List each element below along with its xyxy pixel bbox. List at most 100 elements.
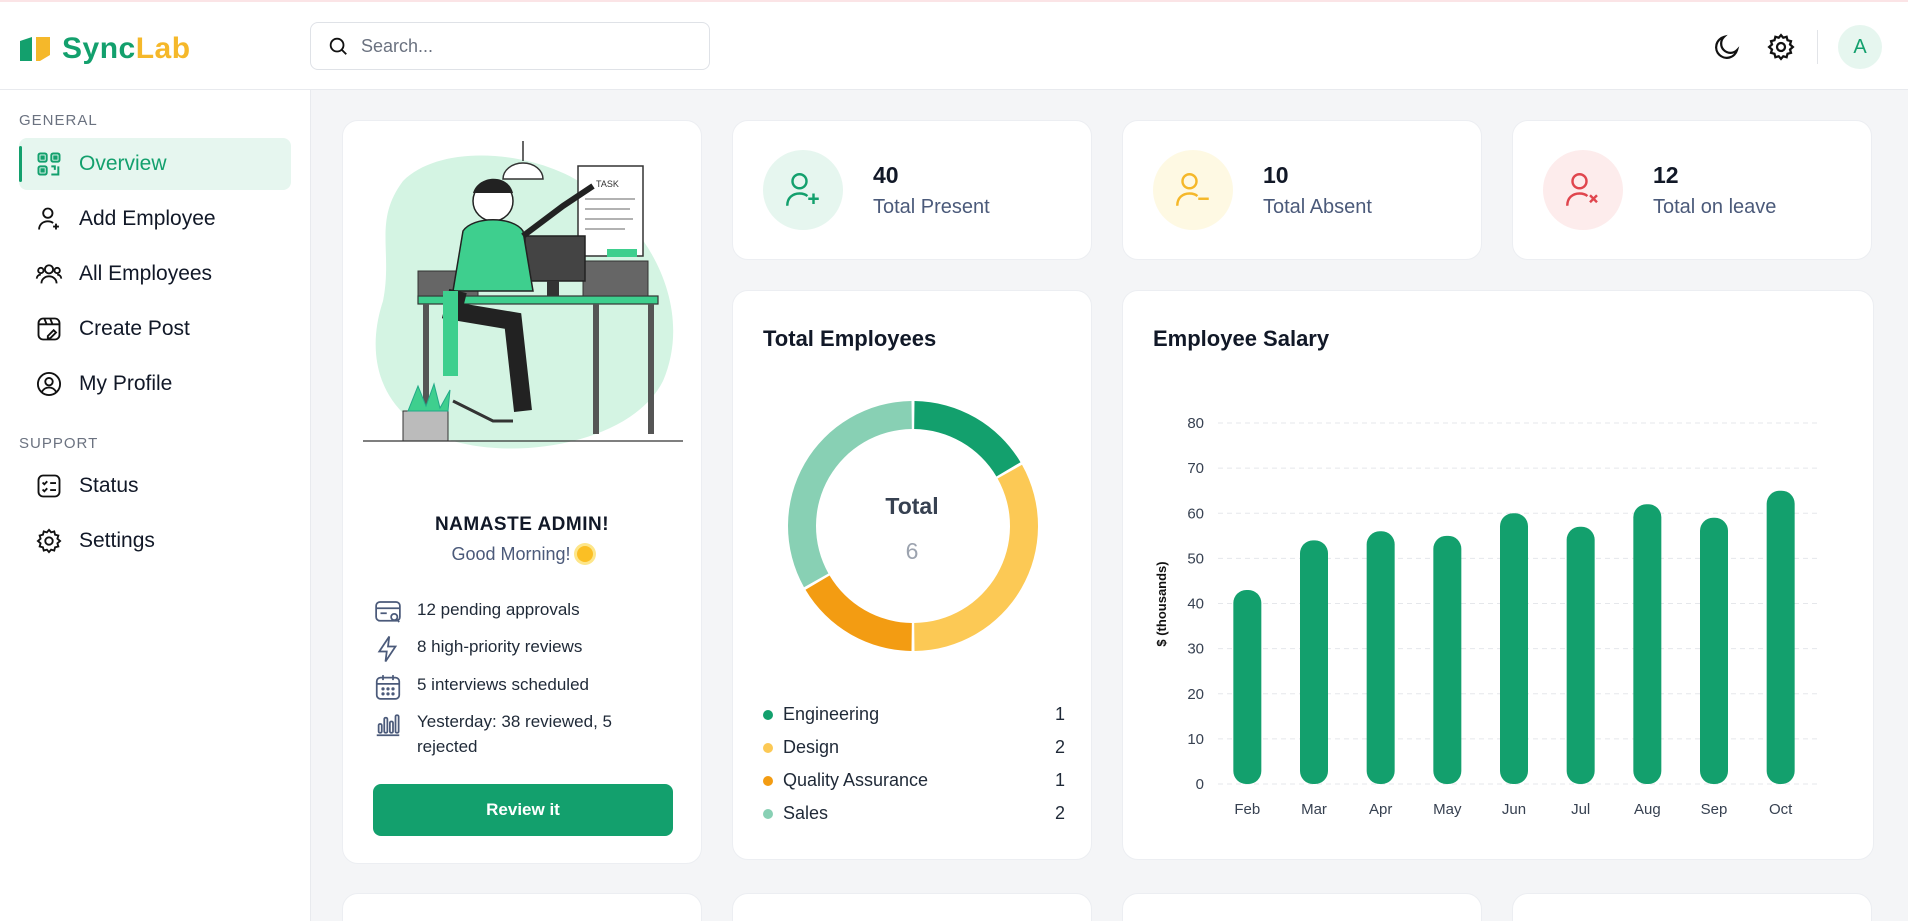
- salary-bar-chart: 0 10 20 30 40 50 60 70 80 $ (thousands) Feb Mar Apr M…: [1154, 415, 1818, 818]
- stat-label: Total Absent: [1263, 196, 1372, 218]
- sidebar-item-settings[interactable]: Settings: [19, 515, 291, 567]
- task-text: 5 interviews scheduled: [417, 675, 589, 694]
- task-item: 8 high-priority reviews: [373, 634, 673, 664]
- avatar[interactable]: A: [1838, 25, 1882, 69]
- y-tick-label: 20: [1187, 686, 1204, 703]
- bar-may[interactable]: [1433, 535, 1462, 784]
- profile-icon: [36, 371, 62, 397]
- sidebar-item-my-profile[interactable]: My Profile: [19, 358, 291, 410]
- task-text: Yesterday: 38 reviewed, 5 rejected: [417, 712, 612, 756]
- legend-value: 1: [1054, 770, 1065, 790]
- legend-label: Engineering: [783, 704, 880, 724]
- task-item: Yesterday: 38 reviewed, 5 rejected: [373, 709, 653, 759]
- stat-icon-circle: [1153, 150, 1233, 230]
- x-tick-label: Apr: [1369, 801, 1392, 818]
- checklist-icon: [37, 474, 61, 498]
- bar-apr[interactable]: [1366, 531, 1395, 784]
- sidebar-item-label: Create Post: [79, 317, 190, 340]
- sidebar-item-status[interactable]: Status: [19, 460, 291, 512]
- total-employees-card: Total Employees Total 6 Engineering 1 Des…: [732, 290, 1092, 860]
- donut-chart: [788, 401, 1038, 651]
- x-tick-label: Sep: [1701, 801, 1728, 818]
- employee-salary-card: Employee Salary 0 10 20 30 40 50 60 70 80 $ (thou…: [1122, 290, 1874, 860]
- y-tick-label: 70: [1187, 460, 1204, 477]
- x-tick-label: Jun: [1502, 801, 1526, 818]
- legend-item-design: Design 2: [763, 737, 1065, 758]
- welcome-card: TASK NAMASTE ADMIN! Good Morning! 12 pen…: [342, 120, 702, 864]
- sun-icon: [576, 546, 593, 562]
- x-tick-label: Mar: [1301, 801, 1327, 818]
- card-search-icon: [375, 601, 401, 623]
- settings-gear-icon[interactable]: [1766, 32, 1796, 62]
- sidebar-section-support: SUPPORT: [19, 435, 99, 452]
- y-tick-label: 30: [1187, 641, 1204, 658]
- donut-center-value: 6: [905, 538, 919, 564]
- header-divider: [1817, 30, 1818, 64]
- greeting-title: NAMASTE ADMIN!: [434, 514, 610, 535]
- bottom-card: [1512, 893, 1872, 921]
- review-it-button[interactable]: Review it: [373, 784, 673, 836]
- legend-item-engineering: Engineering 1: [763, 704, 1065, 725]
- y-tick-label: 60: [1187, 505, 1204, 522]
- sidebar-item-label: Add Employee: [79, 207, 216, 230]
- bar-oct[interactable]: [1766, 490, 1795, 784]
- svg-text:TASK: TASK: [596, 179, 619, 189]
- sidebar-item-add-employee[interactable]: Add Employee: [19, 193, 291, 245]
- logo[interactable]: SyncLab: [18, 32, 191, 66]
- task-text: 12 pending approvals: [417, 600, 580, 619]
- stat-card-on-leave: 12 Total on leave: [1512, 120, 1872, 260]
- gear-icon: [36, 528, 62, 554]
- logo-text: SyncLab: [62, 32, 191, 65]
- sidebar-item-overview[interactable]: Overview: [19, 138, 291, 190]
- stat-value: 12: [1653, 162, 1679, 188]
- bar-sep[interactable]: [1700, 517, 1728, 784]
- bar-feb[interactable]: [1233, 589, 1262, 784]
- y-tick-label: 80: [1187, 415, 1204, 432]
- post-icon: [37, 317, 61, 341]
- legend-dot: [763, 742, 773, 753]
- sidebar-item-create-post[interactable]: Create Post: [19, 303, 291, 355]
- stat-icon-circle: [763, 150, 843, 230]
- legend-item-quality-assurance: Quality Assurance 1: [763, 770, 1065, 791]
- bar-chart-icon: [376, 714, 400, 737]
- search-box[interactable]: [310, 22, 710, 70]
- legend-value: 1: [1054, 704, 1065, 724]
- legend-label: Quality Assurance: [783, 770, 929, 790]
- legend-label: Sales: [783, 803, 829, 823]
- stat-card-absent: 10 Total Absent: [1122, 120, 1482, 260]
- bar-jun[interactable]: [1500, 513, 1528, 784]
- task-item: 5 interviews scheduled: [373, 672, 673, 702]
- sidebar-item-label: Overview: [79, 152, 167, 175]
- bottom-card: [1122, 893, 1482, 921]
- bar-aug[interactable]: [1633, 504, 1662, 784]
- moon-icon[interactable]: [1712, 32, 1742, 62]
- legend-item-sales: Sales 2: [763, 803, 1065, 824]
- legend-dot: [763, 709, 773, 720]
- bar-jul[interactable]: [1566, 526, 1595, 784]
- y-tick-label: 10: [1187, 731, 1204, 748]
- y-tick-label: 50: [1187, 550, 1204, 567]
- y-tick-label: 40: [1187, 596, 1204, 613]
- sidebar-section-general: GENERAL: [19, 112, 98, 129]
- legend-value: 2: [1054, 737, 1065, 757]
- greeting-subtitle: Good Morning!: [343, 544, 701, 565]
- search-input[interactable]: [361, 35, 681, 57]
- calendar-icon: [375, 675, 401, 700]
- stat-label: Total Present: [873, 196, 990, 218]
- donut-slice-quality-assurance[interactable]: [805, 575, 912, 651]
- grid-icon: [37, 152, 61, 176]
- card-title: Total Employees: [763, 326, 937, 351]
- sidebar-item-label: Settings: [79, 529, 155, 552]
- donut-slice-engineering[interactable]: [914, 401, 1021, 477]
- legend-label: Design: [783, 737, 840, 757]
- stat-icon-circle: [1543, 150, 1623, 230]
- task-text: 8 high-priority reviews: [417, 637, 583, 656]
- bar-mar[interactable]: [1300, 540, 1328, 784]
- sidebar-item-all-employees[interactable]: All Employees: [19, 248, 291, 300]
- user-x-icon: [1566, 173, 1598, 206]
- top-header: SyncLab A: [0, 2, 1908, 90]
- task-item: 12 pending approvals: [373, 597, 673, 627]
- bottom-card: [732, 893, 1092, 921]
- logo-mark-icon: [20, 37, 50, 61]
- x-tick-label: Jul: [1571, 801, 1590, 818]
